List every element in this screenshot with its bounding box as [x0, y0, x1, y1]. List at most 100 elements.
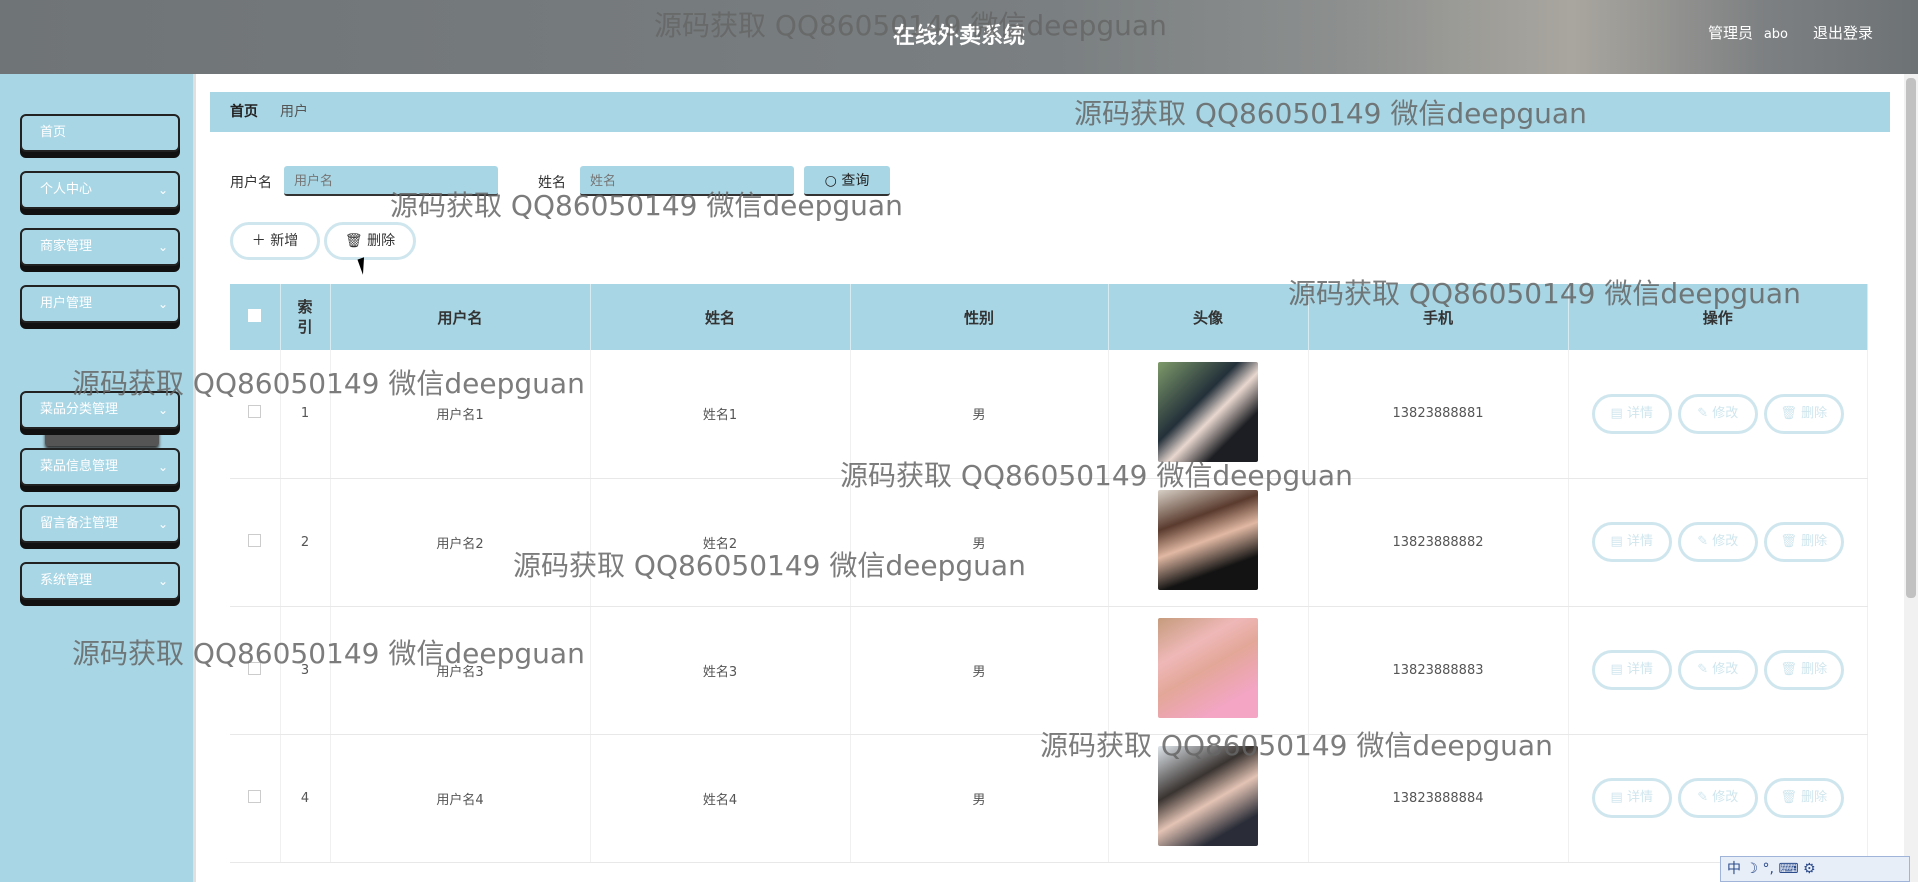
cell-avatar: [1108, 734, 1309, 863]
row-checkbox[interactable]: [248, 789, 262, 803]
select-all-header: [230, 284, 281, 350]
pencil-icon: ✎: [1697, 790, 1713, 805]
chevron-down-icon: ⌄: [157, 574, 168, 588]
chevron-down-icon: ⌄: [157, 297, 168, 311]
detail-label: 详情: [1626, 405, 1653, 421]
trash-icon: 🗑: [1780, 790, 1802, 805]
edit-label: 修改: [1712, 405, 1739, 421]
detail-button[interactable]: ▤ 详情: [1591, 650, 1672, 690]
vertical-scrollbar[interactable]: [1904, 74, 1918, 882]
cell-phone: 13823888883: [1308, 606, 1569, 735]
row-select-cell: [230, 734, 281, 863]
sidebar-item-user-management[interactable]: 用户管理 ⌄: [20, 285, 180, 323]
cell-phone: 13823888882: [1308, 478, 1569, 607]
cell-username: 用户名2: [330, 478, 591, 607]
cell-avatar: [1108, 478, 1309, 607]
username-label: 用户名: [230, 175, 272, 191]
cell-actions: ▤ 详情 ✎ 修改 🗑 删除: [1568, 734, 1868, 863]
table-row: 4 用户名4 姓名4 男 13823888884 ▤ 详情 ✎ 修改 🗑 删除: [230, 734, 1868, 863]
name-label: 姓名: [538, 175, 566, 191]
query-button[interactable]: ○ 查询: [804, 166, 890, 196]
sidebar-item-merchant-management[interactable]: 商家管理 ⌄: [20, 228, 180, 266]
header-gender: 性别: [850, 284, 1109, 350]
cell-gender: 男: [850, 606, 1109, 735]
header-actions: 操作: [1568, 284, 1868, 350]
cell-index: 3: [280, 606, 331, 735]
sidebar-item-label: 首页: [40, 125, 67, 140]
sidebar-item-label: 用户管理: [40, 296, 93, 311]
row-select-cell: [230, 350, 281, 479]
scrollbar-thumb[interactable]: [1906, 78, 1916, 598]
avatar: [1158, 618, 1258, 718]
row-checkbox[interactable]: [248, 533, 262, 547]
row-select-cell: [230, 606, 281, 735]
detail-button[interactable]: ▤ 详情: [1591, 522, 1672, 562]
delete-button[interactable]: 🗑 删除: [1763, 522, 1844, 562]
sidebar-item-message-notes[interactable]: 留言备注管理 ⌄: [20, 505, 180, 543]
avatar: [1158, 746, 1258, 846]
row-checkbox[interactable]: [248, 405, 262, 419]
document-icon: ▤: [1610, 662, 1627, 677]
cell-index: 1: [280, 350, 331, 479]
sidebar-item-dish-category[interactable]: 菜品分类管理 ⌄: [20, 391, 180, 429]
main-content: 首页 用户 用户名 姓名 ○ 查询 ＋ 新增 🗑 删除 索 引 用户名 姓名 性别…: [200, 74, 1918, 882]
delete-button[interactable]: 🗑 删除: [1763, 650, 1844, 690]
detail-label: 详情: [1626, 534, 1653, 549]
sidebar-item-personal-center[interactable]: 个人中心 ⌄: [20, 171, 180, 209]
logout-link[interactable]: 退出登录: [1813, 22, 1873, 43]
row-checkbox[interactable]: [248, 661, 262, 675]
detail-button[interactable]: ▤ 详情: [1591, 393, 1672, 434]
add-button[interactable]: ＋ 新增: [230, 222, 320, 260]
delete-label: 删除: [1801, 790, 1828, 805]
edit-label: 修改: [1712, 662, 1739, 677]
pencil-icon: ✎: [1697, 534, 1713, 549]
sidebar-item-label: 留言备注管理: [40, 516, 119, 531]
cell-index: 2: [280, 478, 331, 607]
cell-name: 姓名4: [590, 734, 851, 863]
user-table: 索 引 用户名 姓名 性别 头像 手机 操作 1 用户名1 姓名1 男 1382…: [230, 284, 1868, 863]
batch-delete-button[interactable]: 🗑 删除: [324, 222, 416, 260]
username-search-input[interactable]: [284, 166, 498, 196]
sidebar-item-label: 个人中心: [40, 182, 93, 197]
edit-button[interactable]: ✎ 修改: [1677, 778, 1758, 818]
trash-icon: 🗑: [1780, 662, 1802, 677]
query-button-label: 查询: [841, 173, 870, 189]
row-select-cell: [230, 478, 281, 607]
cell-gender: 男: [850, 478, 1109, 607]
delete-button[interactable]: 🗑 删除: [1763, 778, 1844, 818]
delete-button[interactable]: 🗑 删除: [1763, 393, 1844, 434]
sidebar-item-home[interactable]: 首页: [20, 114, 180, 152]
breadcrumb-current: 用户: [280, 104, 308, 120]
breadcrumb: 首页 用户: [210, 92, 1890, 132]
cell-name: 姓名3: [590, 606, 851, 735]
document-icon: ▤: [1610, 534, 1627, 549]
cell-name: 姓名2: [590, 478, 851, 607]
detail-button[interactable]: ▤ 详情: [1591, 778, 1672, 818]
header-name: 姓名: [590, 284, 851, 350]
name-search-input[interactable]: [580, 166, 794, 196]
edit-button[interactable]: ✎ 修改: [1677, 522, 1758, 562]
select-all-checkbox[interactable]: [248, 309, 262, 322]
chevron-down-icon: ⌄: [157, 183, 168, 197]
edit-button[interactable]: ✎ 修改: [1677, 393, 1758, 434]
edit-label: 修改: [1712, 534, 1739, 549]
cell-phone: 13823888884: [1308, 734, 1569, 863]
sidebar-item-system-management[interactable]: 系统管理 ⌄: [20, 562, 180, 600]
chevron-down-icon: ⌄: [157, 460, 168, 474]
cell-avatar: [1108, 350, 1309, 479]
top-header: 在线外卖系统 管理员 abo 退出登录: [0, 0, 1918, 74]
document-icon: ▤: [1610, 790, 1627, 805]
ime-toolbar[interactable]: 中 ☽ °, ⌨ ⚙: [1720, 856, 1910, 882]
sidebar-item-dish-info[interactable]: 菜品信息管理 ⌄: [20, 448, 180, 486]
document-icon: ▤: [1610, 405, 1627, 421]
pencil-icon: ✎: [1697, 662, 1713, 677]
trash-icon: 🗑: [1780, 405, 1802, 421]
chevron-down-icon: ⌄: [157, 403, 168, 417]
avatar: [1158, 361, 1258, 462]
cell-actions: ▤ 详情 ✎ 修改 🗑 删除: [1568, 478, 1868, 607]
delete-label: 删除: [1801, 534, 1828, 549]
chevron-down-icon: ⌄: [157, 517, 168, 531]
sidebar-item-label: 系统管理: [40, 573, 93, 588]
edit-button[interactable]: ✎ 修改: [1677, 650, 1758, 690]
breadcrumb-home[interactable]: 首页: [230, 104, 258, 120]
